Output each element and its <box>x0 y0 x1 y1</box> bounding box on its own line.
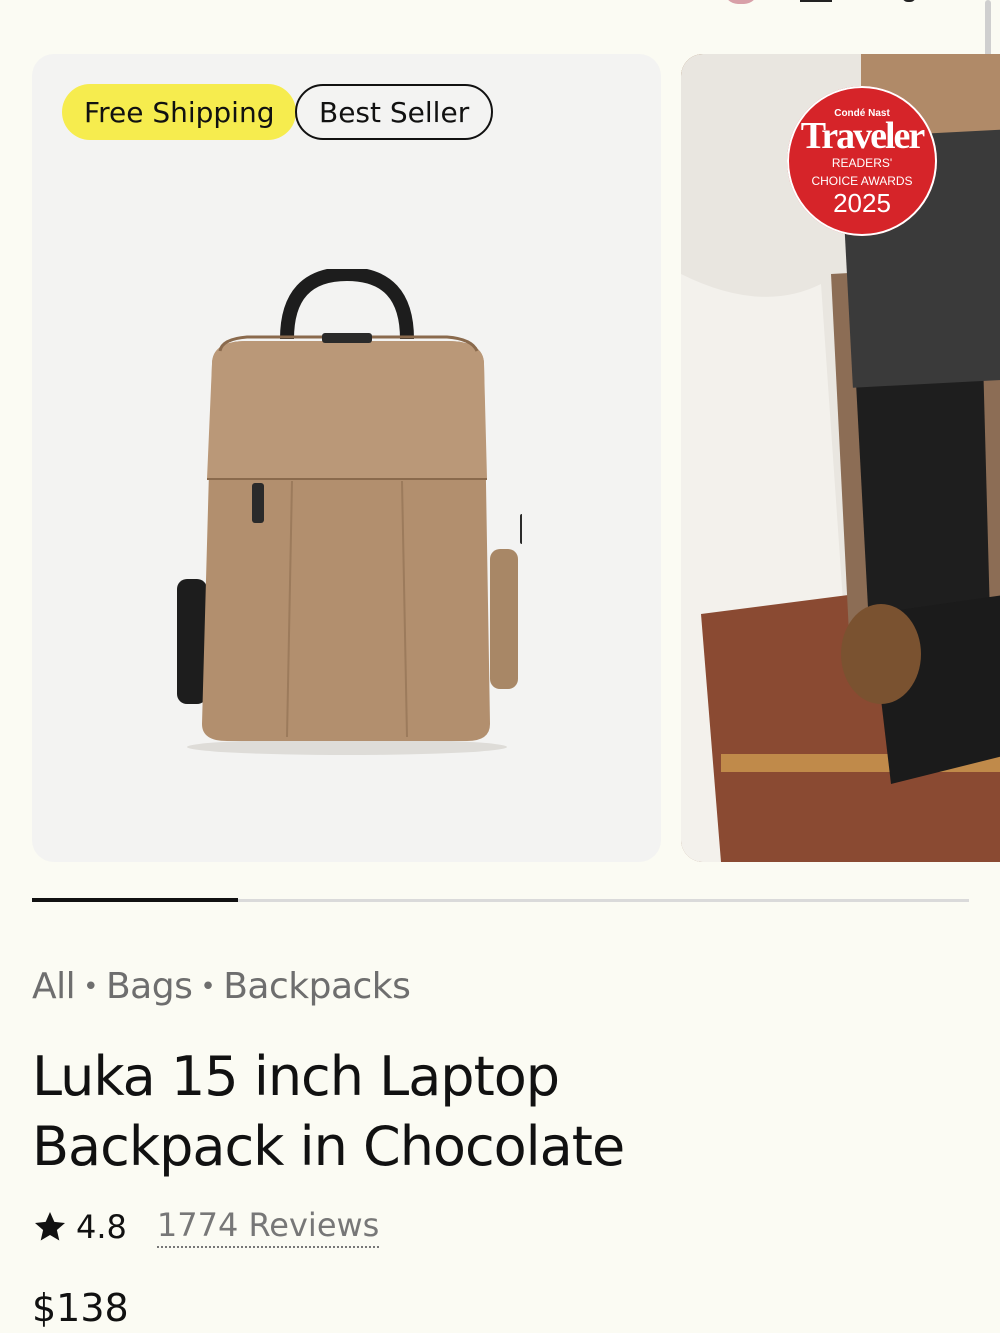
product-price: $138 <box>32 1286 129 1330</box>
reviews-link[interactable]: 1774 Reviews <box>156 1206 380 1248</box>
best-seller-badge: Best Seller <box>295 84 494 140</box>
rating-value: 4.8 <box>76 1208 127 1246</box>
account-icon[interactable] <box>800 0 832 2</box>
breadcrumb-bags[interactable]: Bags <box>106 966 193 1007</box>
breadcrumb-separator: • <box>83 972 98 1002</box>
travel-award-badge: Condé Nast Traveler READERS' CHOICE AWAR… <box>787 86 937 236</box>
backpack-image <box>177 269 522 755</box>
breadcrumb-separator: • <box>200 972 216 1002</box>
breadcrumb: All • Bags • Backpacks <box>32 966 411 1007</box>
gallery-progress-bar <box>32 898 969 902</box>
product-gallery[interactable]: Free Shipping Best Seller Condé Nast Tra… <box>32 54 1000 862</box>
star-icon <box>35 1212 65 1241</box>
top-bar <box>0 0 1000 64</box>
gallery-progress-fill <box>32 898 239 902</box>
product-title: Luka 15 inch Laptop Backpack in Chocolat… <box>32 1045 625 1178</box>
product-rating: 4.8 1774 Reviews <box>32 1206 380 1248</box>
cart-icon[interactable] <box>902 0 916 2</box>
gallery-slide-product[interactable]: Free Shipping Best Seller <box>32 54 661 862</box>
free-shipping-badge: Free Shipping <box>62 84 297 140</box>
flag-icon[interactable] <box>724 0 758 4</box>
breadcrumb-all[interactable]: All <box>32 966 76 1007</box>
gallery-slide-lifestyle[interactable]: Condé Nast Traveler READERS' CHOICE AWAR… <box>681 54 1000 862</box>
breadcrumb-backpacks[interactable]: Backpacks <box>223 966 411 1007</box>
